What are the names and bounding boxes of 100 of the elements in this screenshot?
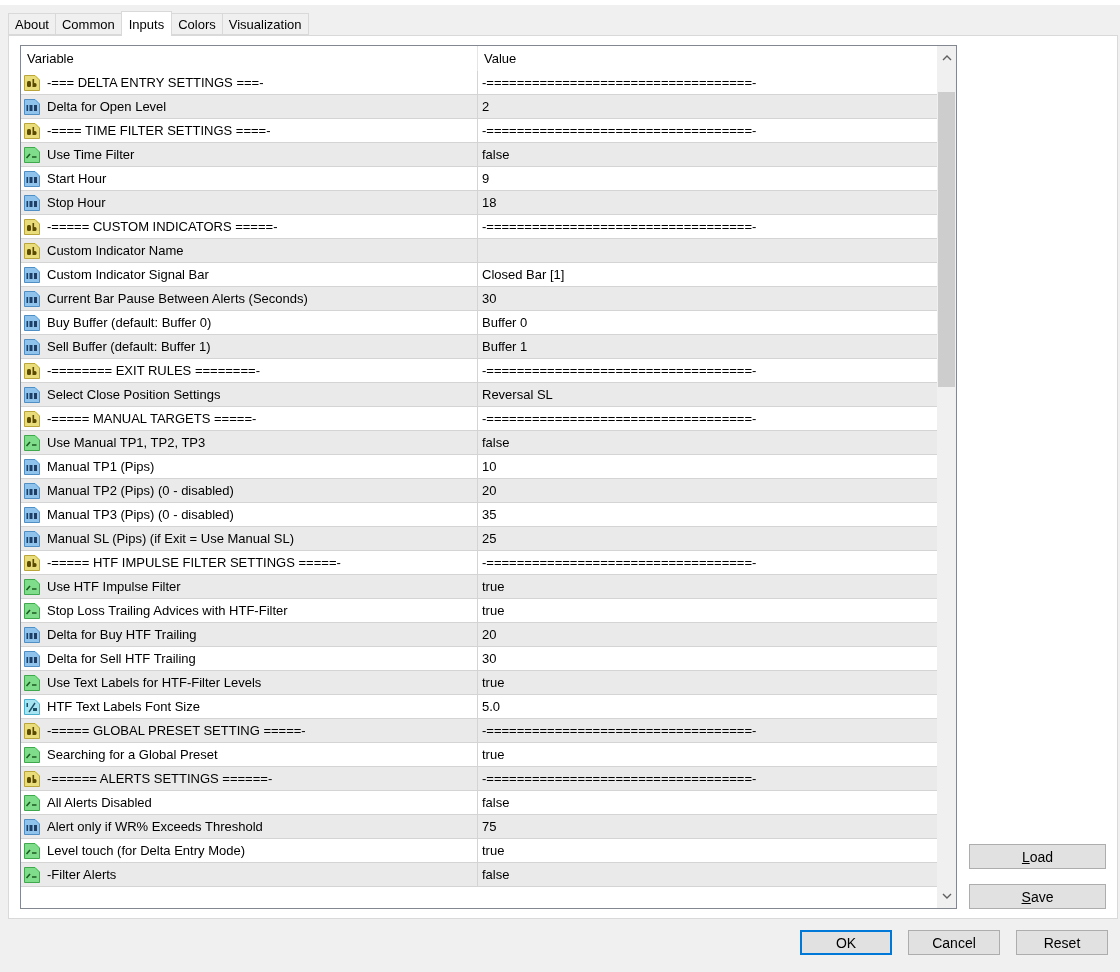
dialog-button[interactable]: Reset (1016, 930, 1108, 955)
parameter-value[interactable]: Buffer 0 (482, 315, 528, 330)
number-type-icon (23, 817, 41, 836)
parameter-value[interactable]: 20 (482, 483, 497, 498)
scroll-up-icon[interactable] (941, 54, 952, 62)
table-row[interactable]: Delta for Open Level 2 (21, 95, 937, 119)
scrollbar-thumb[interactable] (938, 92, 955, 387)
parameter-value[interactable]: 20 (482, 627, 497, 642)
table-row[interactable]: HTF Text Labels Font Size 5.0 (21, 695, 937, 719)
parameter-value[interactable]: 30 (482, 651, 497, 666)
table-row[interactable]: Manual SL (Pips) (if Exit = Use Manual SL) 25 (21, 527, 937, 551)
table-row[interactable]: Use Time Filter false (21, 143, 937, 167)
parameter-value[interactable]: true (482, 579, 505, 594)
parameter-value[interactable]: 25 (482, 531, 497, 546)
parameter-value[interactable]: 30 (482, 291, 497, 306)
table-row[interactable]: -===== MANUAL TARGETS =====- -===================================- (21, 407, 937, 431)
parameter-name: Manual TP2 (Pips) (0 - disabled) (47, 483, 234, 498)
parameter-value[interactable]: 10 (482, 459, 497, 474)
table-row[interactable]: Manual TP3 (Pips) (0 - disabled) 35 (21, 503, 937, 527)
table-row[interactable]: Sell Buffer (default: Buffer 1) Buffer 1 (21, 335, 937, 359)
parameter-name: -======== EXIT RULES ========- (47, 363, 260, 378)
dialog-button[interactable]: OK (800, 930, 892, 955)
parameter-value[interactable]: Buffer 1 (482, 339, 528, 354)
parameter-name: Manual SL (Pips) (if Exit = Use Manual SL) (47, 531, 294, 546)
tab[interactable]: Colors (172, 13, 222, 35)
table-row[interactable]: Alert only if WR% Exceeds Threshold 75 (21, 815, 937, 839)
table-row[interactable]: All Alerts Disabled false (21, 791, 937, 815)
column-header: Value (483, 51, 518, 66)
parameter-value[interactable]: -===================================- (482, 123, 757, 138)
table-row[interactable]: -Filter Alerts false (21, 863, 937, 887)
tab[interactable]: About (8, 13, 55, 35)
parameter-value[interactable]: 9 (482, 171, 490, 186)
file-button[interactable]: Save (969, 884, 1106, 909)
parameter-value[interactable]: false (482, 795, 510, 810)
table-row[interactable]: -===== CUSTOM INDICATORS =====- -===================================- (21, 215, 937, 239)
table-row[interactable]: Manual TP1 (Pips) 10 (21, 455, 937, 479)
table-row[interactable]: Delta for Sell HTF Trailing 30 (21, 647, 937, 671)
table-row[interactable]: Current Bar Pause Between Alerts (Seconds) 30 (21, 287, 937, 311)
parameter-value[interactable]: false (482, 147, 510, 162)
number-type-icon (23, 649, 41, 668)
text-type-icon (23, 217, 41, 236)
parameter-value[interactable]: -===================================- (482, 771, 757, 786)
table-row[interactable]: Use Manual TP1, TP2, TP3 false (21, 431, 937, 455)
fraction-type-icon (23, 697, 41, 716)
text-type-icon (23, 721, 41, 740)
parameter-value[interactable]: false (482, 435, 510, 450)
table-row[interactable]: Manual TP2 (Pips) (0 - disabled) 20 (21, 479, 937, 503)
tab[interactable]: Visualization (221, 13, 309, 35)
parameter-value[interactable]: -===================================- (482, 75, 757, 90)
tab[interactable]: Common (55, 13, 121, 35)
table-row[interactable]: -=== DELTA ENTRY SETTINGS ===- -===================================- (21, 71, 937, 95)
parameter-name: Start Hour (47, 171, 107, 186)
parameter-value[interactable]: Reversal SL (482, 387, 553, 402)
number-type-icon (23, 505, 41, 524)
table-row[interactable]: Custom Indicator Signal Bar Closed Bar [1] (21, 263, 937, 287)
parameter-value[interactable]: 35 (482, 507, 497, 522)
parameter-value[interactable]: true (482, 603, 505, 618)
table-row[interactable]: -======== EXIT RULES ========- -===================================- (21, 359, 937, 383)
table-row[interactable]: -===== GLOBAL PRESET SETTING =====- -===================================- (21, 719, 937, 743)
table-row[interactable]: Buy Buffer (default: Buffer 0) Buffer 0 (21, 311, 937, 335)
table-row[interactable]: Start Hour 9 (21, 167, 937, 191)
parameter-name: Buy Buffer (default: Buffer 0) (47, 315, 212, 330)
dialog-button[interactable]: Cancel (908, 930, 1000, 955)
table-row[interactable]: Custom Indicator Name (21, 239, 937, 263)
parameter-value[interactable]: Closed Bar [1] (482, 267, 565, 282)
parameter-name: Stop Loss Trailing Advices with HTF-Filter (47, 603, 288, 618)
parameter-value[interactable]: 2 (482, 99, 490, 114)
table-row[interactable]: Stop Hour 18 (21, 191, 937, 215)
number-type-icon (23, 481, 41, 500)
parameter-value[interactable]: 5.0 (482, 699, 501, 714)
table-row[interactable]: Level touch (for Delta Entry Mode) true (21, 839, 937, 863)
parameter-name: -===== MANUAL TARGETS =====- (47, 411, 257, 426)
file-button[interactable]: Load (969, 844, 1106, 869)
table-row[interactable]: Searching for a Global Preset true (21, 743, 937, 767)
parameter-value[interactable]: false (482, 867, 510, 882)
parameter-value[interactable]: -===================================- (482, 411, 757, 426)
tab[interactable]: Inputs (120, 11, 173, 36)
table-row[interactable]: Select Close Position Settings Reversal SL (21, 383, 937, 407)
parameter-name: Use Manual TP1, TP2, TP3 (47, 435, 206, 450)
parameter-value[interactable]: -===================================- (482, 723, 757, 738)
table-row[interactable]: -==== TIME FILTER SETTINGS ====- -===================================- (21, 119, 937, 143)
switch-type-icon (23, 745, 41, 764)
table-row[interactable]: Delta for Buy HTF Trailing 20 (21, 623, 937, 647)
parameter-value[interactable]: true (482, 675, 505, 690)
table-row[interactable]: -====== ALERTS SETTINGS ======- -===================================- (21, 767, 937, 791)
table-row[interactable]: Use Text Labels for HTF-Filter Levels true (21, 671, 937, 695)
parameter-value[interactable]: -===================================- (482, 219, 757, 234)
parameter-value[interactable]: -===================================- (482, 555, 757, 570)
parameter-value[interactable]: 75 (482, 819, 497, 834)
parameter-value[interactable]: true (482, 843, 505, 858)
switch-type-icon (23, 577, 41, 596)
number-type-icon (23, 625, 41, 644)
parameter-value[interactable]: 18 (482, 195, 497, 210)
scroll-down-icon[interactable] (941, 892, 952, 900)
table-row[interactable]: Stop Loss Trailing Advices with HTF-Filter true (21, 599, 937, 623)
table-row[interactable]: -===== HTF IMPULSE FILTER SETTINGS =====- -===================================- (21, 551, 937, 575)
parameter-value[interactable]: true (482, 747, 505, 762)
text-type-icon (23, 553, 41, 572)
table-row[interactable]: Use HTF Impulse Filter true (21, 575, 937, 599)
parameter-value[interactable]: -===================================- (482, 363, 757, 378)
